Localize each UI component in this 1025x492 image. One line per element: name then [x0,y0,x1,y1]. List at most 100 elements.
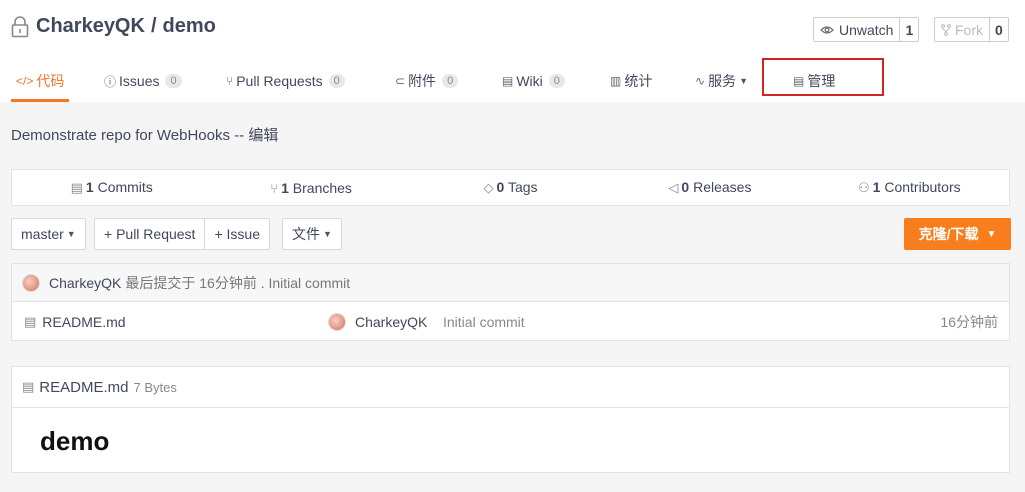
tab-stats-label: 统计 [624,73,653,89]
attachment-icon: ⊂ [395,74,406,88]
fork-button[interactable]: Fork [935,18,990,41]
commits-icon: ▤ [70,180,83,195]
edit-description-link[interactable]: 编辑 [248,127,278,144]
file-name-link[interactable]: README.md [42,314,125,330]
file-author-link[interactable]: CharkeyQK [355,314,427,330]
readme-heading: demo [40,426,110,456]
new-action-group: + Pull Request + Issue [94,218,270,250]
file-list: CharkeyQK 最后提交于 16分钟前 . Initial commit ▤… [11,263,1010,341]
repo-description: Demonstrate repo for WebHooks -- 编辑 [11,124,278,145]
book-icon: ▤ [502,74,514,88]
chevron-down-icon: ▼ [739,76,748,86]
fork-count[interactable]: 0 [990,18,1008,41]
tab-services[interactable]: ∿ 服务 ▼ [695,60,748,102]
clone-download-label: 克隆/下载 [918,226,979,242]
chart-icon: ▥ [610,74,622,88]
fork-button-group: Fork 0 [934,17,1009,42]
stat-releases[interactable]: ◁ 0 Releases [610,179,809,196]
branch-select-label: master [21,226,64,242]
file-menu-label: 文件 [292,226,320,242]
branch-icon: ⑂ [270,180,279,196]
issue-icon: ⓘ [104,74,117,89]
table-row: ▤ README.md CharkeyQK Initial commit 16分… [12,302,1009,341]
chevron-down-icon: ▼ [323,229,332,239]
tag-icon: ◇ [483,180,494,195]
eye-icon [820,25,834,34]
tab-code-label: 代码 [36,73,65,89]
fork-icon [941,23,951,36]
releases-label: Releases [693,179,752,195]
tab-code[interactable]: </> 代码 [16,60,64,102]
tab-wiki-label: Wiki [516,73,543,89]
tab-issues-badge: 0 [165,74,182,88]
last-commit-author[interactable]: CharkeyQK [49,275,121,291]
avatar[interactable] [328,312,346,331]
new-pull-request-button[interactable]: + Pull Request [95,219,204,249]
releases-count: 0 [681,179,690,195]
tab-services-label: 服务 [708,73,737,89]
file-commit-time: 16分钟前 [940,313,998,330]
repo-title: CharkeyQK / demo [11,15,216,38]
tags-count: 0 [496,179,505,195]
branch-select[interactable]: master ▼ [11,218,86,250]
file-menu[interactable]: 文件 ▼ [282,218,342,250]
unwatch-label: Unwatch [839,21,894,38]
tab-pull-requests[interactable]: ⑂ Pull Requests 0 [226,60,345,102]
clone-download-button[interactable]: 克隆/下载 ▼ [904,218,1011,250]
watch-button-group: Unwatch 1 [813,17,920,42]
readme-title[interactable]: README.md [39,379,128,396]
chevron-down-icon: ▼ [66,229,76,239]
file-author-cell: CharkeyQK [328,312,427,331]
pull-request-icon: ⑂ [226,74,234,88]
repo-stats-bar: ▤ 1 Commits ⑂ 1 Branches ◇ 0 Tags ◁ 0 Releas… [11,169,1010,206]
pulse-icon: ∿ [695,74,706,88]
stat-branches[interactable]: ⑂ 1 Branches [211,180,410,196]
active-tab-indicator [11,99,69,102]
repo-separator: / [150,15,157,37]
unwatch-button[interactable]: Unwatch [814,18,901,41]
tab-pull-requests-label: Pull Requests [236,73,323,89]
readme-panel: ▤ README.md 7 Bytes demo [11,366,1010,473]
new-issue-button[interactable]: + Issue [204,219,269,249]
tab-attachments-label: 附件 [408,73,437,89]
file-commit-message[interactable]: Initial commit [443,314,525,330]
contributors-icon: ⚇ [858,180,870,195]
readme-size: 7 Bytes [133,379,177,395]
stat-commits[interactable]: ▤ 1 Commits [12,179,211,196]
fork-label: Fork [955,21,983,38]
tab-stats[interactable]: ▥ 统计 [610,60,652,102]
avatar[interactable] [22,273,40,292]
readme-header: ▤ README.md 7 Bytes [12,367,1009,408]
readme-body: demo [12,408,1009,475]
highlight-box [762,58,884,96]
chevron-down-icon: ▼ [986,228,997,240]
code-icon: </> [16,74,34,88]
tab-attachments[interactable]: ⊂ 附件 0 [395,60,459,102]
contributors-count: 1 [872,179,881,195]
stat-contributors[interactable]: ⚇ 1 Contributors [810,179,1009,196]
watch-count[interactable]: 1 [900,18,918,41]
file-name-cell: ▤ README.md [24,314,126,330]
tab-issues-label: Issues [119,73,160,89]
commits-label: Commits [97,179,153,195]
tab-pull-requests-badge: 0 [328,74,345,88]
lock-icon [11,15,29,37]
last-commit-row: CharkeyQK 最后提交于 16分钟前 . Initial commit [12,264,1009,302]
contributors-label: Contributors [884,179,961,195]
tab-wiki-badge: 0 [548,74,565,88]
tags-label: Tags [507,179,538,195]
last-commit-meta: 最后提交于 16分钟前 . Initial commit [125,274,351,291]
tab-attachments-badge: 0 [442,74,459,88]
tab-wiki[interactable]: ▤ Wiki 0 [502,60,565,102]
file-icon: ▤ [22,379,35,394]
description-text: Demonstrate repo for WebHooks -- [11,127,245,144]
release-icon: ◁ [668,180,679,195]
file-icon: ▤ [24,313,37,329]
commits-count: 1 [85,179,94,195]
stat-tags[interactable]: ◇ 0 Tags [411,179,610,196]
repo-name-link[interactable]: demo [163,15,216,38]
branches-label: Branches [292,179,352,196]
branches-count: 1 [281,179,289,196]
tab-issues[interactable]: ⓘ Issues 0 [104,60,182,102]
repo-owner-link[interactable]: CharkeyQK [36,15,145,38]
